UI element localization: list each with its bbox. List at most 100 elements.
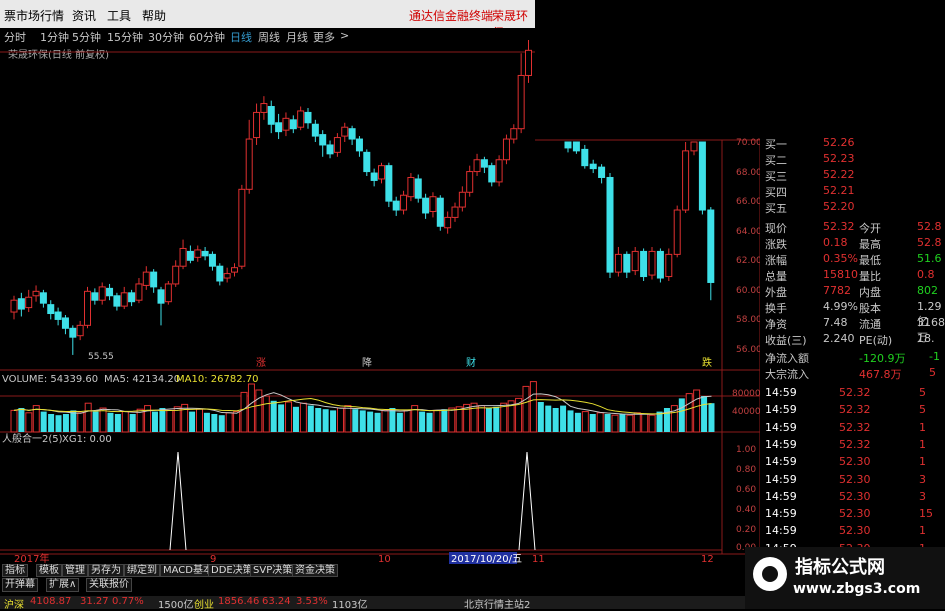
- volume-bar: [84, 402, 92, 433]
- volume-bar: [55, 415, 62, 432]
- kline-chart[interactable]: 70.00 68.00 66.00 64.00 62.00 60.00 58.0…: [0, 40, 760, 565]
- candle-body: [480, 159, 488, 168]
- cy-value: 1856.46: [218, 596, 260, 607]
- candle-body: [326, 144, 334, 155]
- indicator-toolbar: 指标 模板 管理 另存为 绑定到 MACD基本 DDE决策 SVP决策 资金决策: [0, 564, 760, 577]
- bid-row[interactable]: 买一 52.26: [763, 135, 945, 151]
- menu-item-news[interactable]: 资讯: [72, 7, 96, 24]
- volume-bar: [581, 411, 589, 433]
- candle-body: [378, 165, 385, 180]
- stat-row: 收益(三) 2.240 PE(动) 18.: [763, 331, 945, 347]
- bid-row[interactable]: 买二 52.23: [763, 151, 945, 167]
- tab-fund[interactable]: 资金决策: [292, 564, 338, 577]
- volume-bar: [552, 408, 559, 432]
- candle-body: [598, 166, 606, 178]
- volume-bar: [396, 412, 403, 432]
- volume-bar: [701, 396, 708, 432]
- tick-volume: 3: [919, 489, 926, 503]
- volume-bar: [374, 412, 381, 432]
- candle-body: [172, 265, 180, 285]
- candle-body: [510, 128, 518, 140]
- price-tick: 70.00: [736, 138, 760, 148]
- volume-bar: [270, 400, 277, 432]
- stat-key: 内盘: [859, 286, 881, 299]
- volume-bar: [648, 414, 656, 433]
- volume-bar: [307, 405, 314, 432]
- event-mark-finance[interactable]: 财: [466, 356, 476, 369]
- volume-bar: [336, 407, 344, 433]
- candle-body: [631, 250, 639, 272]
- indicator-tick: 0.60: [736, 485, 756, 495]
- volume-bar: [485, 408, 492, 432]
- tick-row: 14:59 52.32 1: [763, 437, 945, 453]
- stat-key: 最高: [859, 238, 881, 251]
- terminal-link[interactable]: 通达信金融终端: [409, 7, 493, 24]
- stat-value: 2.240: [823, 332, 855, 345]
- volume-bar: [114, 414, 121, 432]
- stat-value: 52.8: [917, 220, 942, 233]
- tick-price: 52.32: [839, 386, 871, 399]
- menu-item-help[interactable]: 帮助: [142, 7, 166, 24]
- candles-layer: [10, 40, 715, 355]
- stat-key: PE(动): [859, 334, 893, 347]
- event-mark-drop[interactable]: 降: [362, 356, 372, 369]
- candle-body: [98, 286, 106, 301]
- stat-value: 0.8: [917, 268, 935, 281]
- stat-value: 52.32: [823, 220, 855, 233]
- volume-bar: [419, 411, 426, 432]
- watermark-title: 指标公式网: [795, 557, 885, 578]
- tab-save-as[interactable]: 另存为: [88, 564, 124, 577]
- volume-tick: 40000: [732, 407, 760, 417]
- extra-toolbar: 开弹幕 扩展∧ 关联报价: [0, 578, 760, 592]
- volume-bar: [522, 385, 530, 433]
- tick-time: 14:59: [765, 420, 797, 434]
- bid-row[interactable]: 买五 52.20: [763, 199, 945, 215]
- stat-value: 0.18: [823, 236, 848, 249]
- bid-row[interactable]: 买四 52.21: [763, 183, 945, 199]
- volume-bar: [389, 408, 396, 432]
- tab-dde[interactable]: DDE决策: [208, 564, 256, 577]
- candle-body: [186, 250, 194, 261]
- candle-body: [451, 206, 459, 218]
- candle-body: [640, 250, 648, 278]
- menu-item-tools[interactable]: 工具: [107, 7, 131, 24]
- stat-key: 总量: [765, 270, 787, 283]
- tick-price: 52.30: [839, 489, 871, 503]
- volume-bar: [196, 408, 203, 433]
- candle-body: [648, 250, 656, 276]
- stat-value: 7782: [823, 284, 851, 297]
- candle-body: [54, 311, 62, 320]
- volume-bar: [129, 414, 136, 432]
- candle-body: [231, 267, 238, 273]
- event-mark-up[interactable]: 涨: [256, 357, 266, 369]
- related-quote-button[interactable]: 关联报价: [86, 578, 132, 592]
- candle-body: [473, 159, 481, 173]
- tab-svp[interactable]: SVP决策: [250, 564, 296, 577]
- stat-value: 52.8: [917, 236, 942, 249]
- tab-manage[interactable]: 管理: [62, 564, 88, 577]
- tick-time: 14:59: [765, 437, 797, 451]
- stat-row: 净资 7.48 流通 3168万: [763, 315, 945, 344]
- volume-bar: [218, 415, 225, 432]
- event-mark-fall[interactable]: 跌: [702, 356, 712, 369]
- tab-template[interactable]: 模板: [36, 564, 62, 577]
- tab-indicator[interactable]: 指标: [2, 564, 28, 577]
- volume-bar: [278, 404, 285, 432]
- expand-button[interactable]: 扩展∧: [46, 578, 80, 592]
- stat-key: 最低: [859, 254, 881, 267]
- candle-body: [458, 191, 466, 208]
- bid-row[interactable]: 买三 52.22: [763, 167, 945, 183]
- volume-bar: [151, 411, 158, 432]
- volume-bar: [678, 398, 685, 432]
- candle-body: [698, 141, 706, 211]
- volume-bar: [211, 414, 218, 432]
- volume-bar: [574, 412, 581, 432]
- candle-body: [245, 138, 253, 190]
- candle-body: [564, 141, 572, 149]
- danmu-button[interactable]: 开弹幕: [2, 578, 38, 592]
- bid-label: 买三: [765, 170, 787, 183]
- tab-bind-to[interactable]: 绑定到: [124, 564, 160, 577]
- volume-bar: [247, 383, 255, 433]
- stat-key: 量比: [859, 270, 881, 283]
- candle-body: [216, 265, 224, 282]
